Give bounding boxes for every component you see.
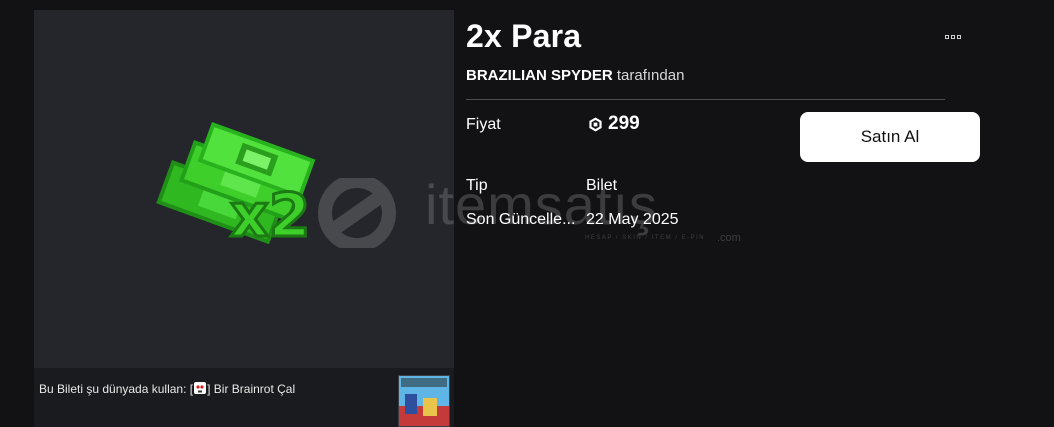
type-value: Bilet [586, 177, 618, 194]
type-label: Tip [466, 177, 488, 194]
item-image-panel: x2 Bu Bileti şu dünyada kullan: [] Bir B… [34, 10, 454, 427]
updated-label: Son Güncelle... [466, 211, 576, 228]
experience-text[interactable]: Bu Bileti şu dünyada kullan: [] Bir Brai… [39, 381, 295, 396]
watermark-subtext: HESAP / SKIN / ITEM / E-PIN [585, 235, 706, 241]
experience-thumbnail[interactable] [398, 375, 450, 427]
price-label: Fiyat [466, 116, 501, 133]
creator-line: BRAZILIAN SPYDER tarafından [466, 67, 684, 84]
creator-name-link[interactable]: BRAZILIAN SPYDER [466, 67, 613, 84]
experience-name: ] Bir Brainrot Çal [207, 382, 296, 396]
buy-button[interactable]: Satın Al [800, 112, 980, 162]
more-options-icon[interactable] [938, 28, 968, 46]
item-title: 2x Para [466, 18, 582, 54]
updated-value: 22 May 2025 [586, 211, 679, 228]
money-stack-x2-icon: x2 [156, 122, 316, 253]
creator-suffix: tarafından [612, 67, 685, 84]
robux-icon [589, 116, 602, 132]
experience-bar[interactable]: Bu Bileti şu dünyada kullan: [] Bir Brai… [34, 368, 454, 427]
watermark-com: .com [717, 232, 741, 244]
more-dot [951, 35, 955, 39]
price-value: 299 [588, 113, 640, 135]
experience-prefix: Bu Bileti şu dünyada kullan: [39, 382, 190, 396]
skull-icon [194, 382, 207, 394]
more-dot [945, 35, 949, 39]
more-dot [957, 35, 961, 39]
divider [466, 99, 945, 100]
price-amount: 299 [608, 113, 640, 134]
experience-thumbnail-image [399, 376, 449, 426]
x2-label: x2 [230, 181, 310, 251]
